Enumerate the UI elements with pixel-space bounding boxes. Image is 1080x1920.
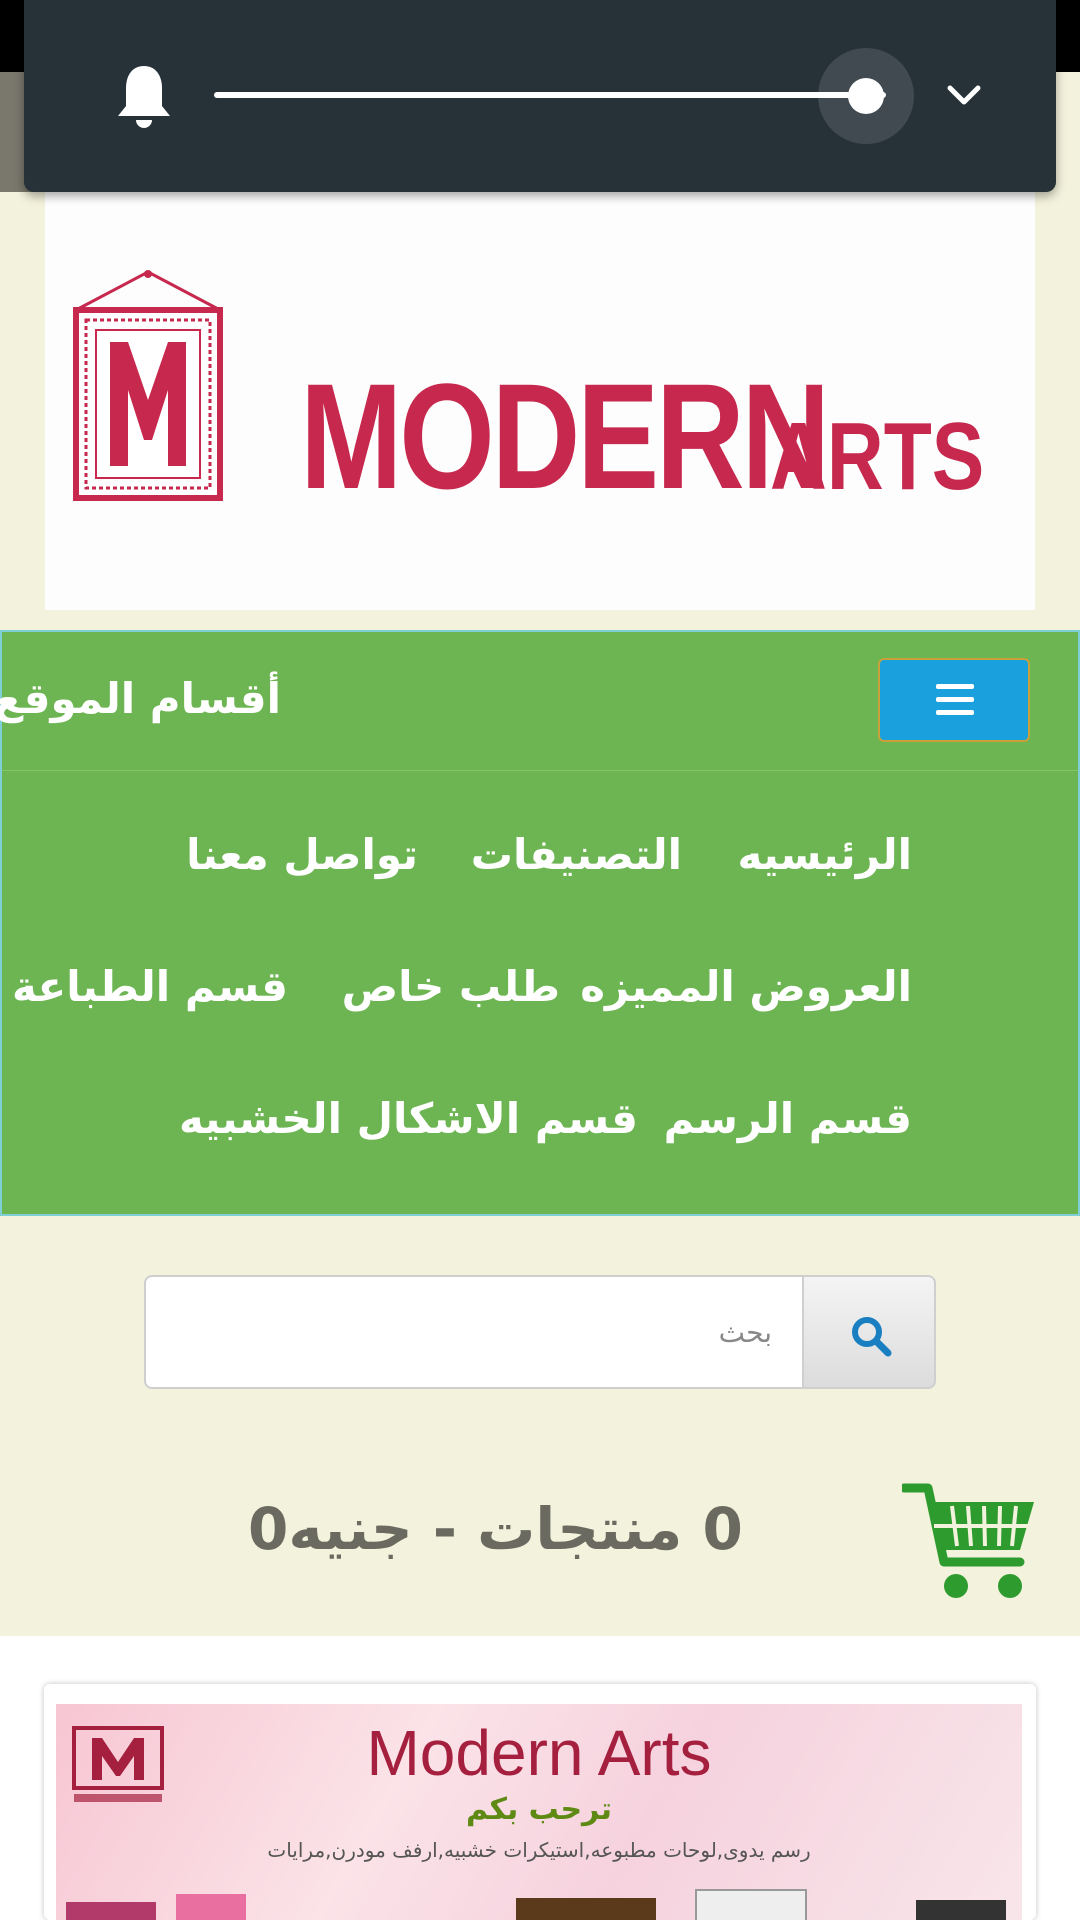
bell-icon[interactable] bbox=[116, 62, 172, 130]
nav-link-special-order[interactable]: طلب خاص bbox=[342, 962, 560, 1011]
nav-link-categories[interactable]: التصنيفات bbox=[471, 830, 682, 879]
site-sections-nav: أقسام الموقع الرئيسيه التصنيفات تواصل مع… bbox=[0, 630, 1080, 1216]
logo-frame-icon bbox=[73, 270, 223, 501]
nav-link-printing[interactable]: قسم الطباعة bbox=[12, 962, 288, 1011]
nav-link-featured-offers[interactable]: العروض المميزه bbox=[580, 962, 912, 1011]
cart-summary[interactable]: 0 منتجات - جنيه0 bbox=[248, 1495, 743, 1563]
nav-header: أقسام الموقع bbox=[0, 632, 1078, 771]
logo-word-arts: ARTS bbox=[770, 403, 985, 510]
banner-title: Modern Arts bbox=[366, 1717, 712, 1789]
shopping-cart-icon[interactable] bbox=[902, 1478, 1036, 1606]
banner-description: رسم يدوى,لوحات مطبوعه,استيكرات خشبيه,ارف… bbox=[267, 1838, 811, 1862]
nav-link-drawing[interactable]: قسم الرسم bbox=[664, 1094, 912, 1143]
banner-card: Modern Arts ترحب بكم رسم يدوى,لوحات مطبو… bbox=[44, 1684, 1036, 1920]
nav-title: أقسام الموقع bbox=[0, 674, 281, 723]
hamburger-icon bbox=[936, 684, 974, 715]
volume-panel bbox=[24, 0, 1056, 192]
search-bar bbox=[144, 1275, 936, 1389]
welcome-banner[interactable]: Modern Arts ترحب بكم رسم يدوى,لوحات مطبو… bbox=[56, 1704, 1022, 1920]
nav-link-contact[interactable]: تواصل معنا bbox=[186, 830, 418, 879]
logo-word-modern: MODERN bbox=[300, 352, 830, 520]
banner-subtitle: ترحب بكم bbox=[466, 1792, 612, 1827]
nav-link-home[interactable]: الرئيسيه bbox=[737, 830, 912, 879]
search-button[interactable] bbox=[802, 1275, 936, 1389]
chevron-down-icon[interactable] bbox=[942, 78, 986, 114]
nav-link-wooden-shapes[interactable]: قسم الاشكال الخشبيه bbox=[179, 1094, 638, 1143]
volume-slider-thumb[interactable] bbox=[848, 78, 884, 114]
logo-wordmark: MODERN ARTS bbox=[300, 350, 984, 523]
menu-toggle-button[interactable] bbox=[878, 658, 1030, 742]
banner-products-image bbox=[66, 1889, 1006, 1920]
search-icon bbox=[852, 1317, 892, 1357]
search-input[interactable] bbox=[144, 1275, 804, 1389]
volume-slider-track[interactable] bbox=[214, 92, 886, 98]
